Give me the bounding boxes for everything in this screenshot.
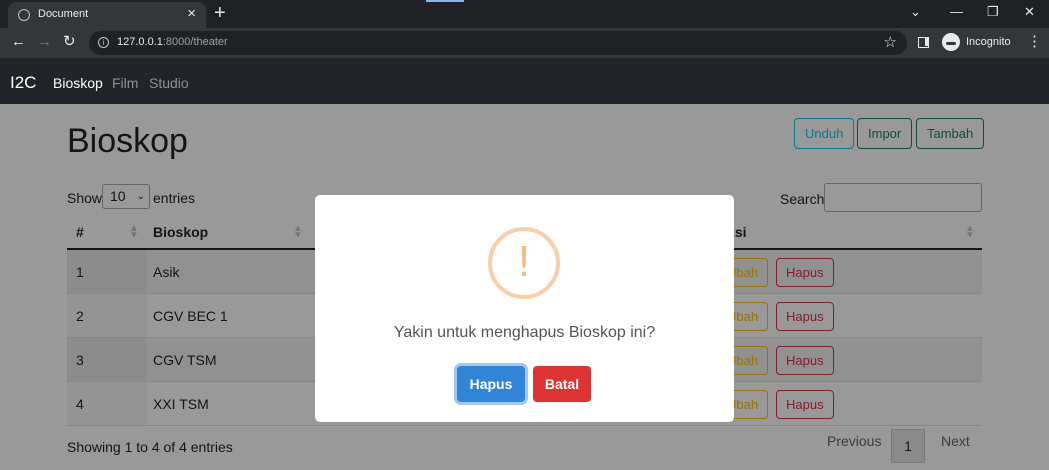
chevron-down-icon[interactable]: ⌄ — [910, 4, 921, 20]
nav-link-studio[interactable]: Studio — [149, 75, 189, 91]
confirm-delete-button[interactable]: Hapus — [457, 366, 525, 402]
site-info-icon[interactable]: i — [98, 37, 109, 48]
nav-link-film[interactable]: Film — [112, 75, 138, 91]
forward-icon[interactable]: → — [37, 33, 52, 51]
incognito-icon[interactable] — [942, 33, 960, 51]
new-tab-button[interactable]: + — [214, 2, 226, 24]
menu-dots-icon[interactable]: ⋮ — [1027, 33, 1042, 51]
confirm-delete-dialog: ! Yakin untuk menghapus Bioskop ini? Hap… — [315, 195, 734, 422]
url-text[interactable]: 127.0.0.1:8000/theater — [117, 36, 228, 48]
tab-title: Document — [38, 8, 89, 20]
browser-tab[interactable]: Document × — [8, 2, 206, 28]
app-navbar: I2C Bioskop Film Studio — [0, 58, 1049, 104]
back-icon[interactable]: ← — [11, 33, 26, 51]
minimize-icon[interactable]: — — [950, 4, 963, 20]
globe-icon — [18, 9, 30, 21]
warning-icon: ! — [488, 227, 560, 299]
side-panel-icon[interactable] — [918, 37, 929, 48]
browser-toolbar: ← → ↻ i 127.0.0.1:8000/theater ☆ Incogni… — [0, 28, 1049, 58]
cancel-button[interactable]: Batal — [533, 366, 591, 402]
browser-tabbar: Document × + ⌄ — ❐ ✕ — [0, 0, 1049, 28]
close-window-icon[interactable]: ✕ — [1024, 4, 1035, 20]
nav-link-bioskop[interactable]: Bioskop — [53, 75, 103, 91]
restore-icon[interactable]: ❐ — [987, 4, 999, 20]
navbar-brand[interactable]: I2C — [10, 73, 36, 93]
dialog-message: Yakin untuk menghapus Bioskop ini? — [393, 324, 656, 341]
bookmark-star-icon[interactable]: ☆ — [884, 33, 897, 51]
incognito-label[interactable]: Incognito — [966, 36, 1011, 48]
address-bar[interactable]: i 127.0.0.1:8000/theater ☆ — [89, 31, 907, 55]
tab-strip-indicator — [426, 0, 464, 2]
close-tab-icon[interactable]: × — [187, 5, 196, 23]
reload-icon[interactable]: ↻ — [63, 33, 76, 51]
